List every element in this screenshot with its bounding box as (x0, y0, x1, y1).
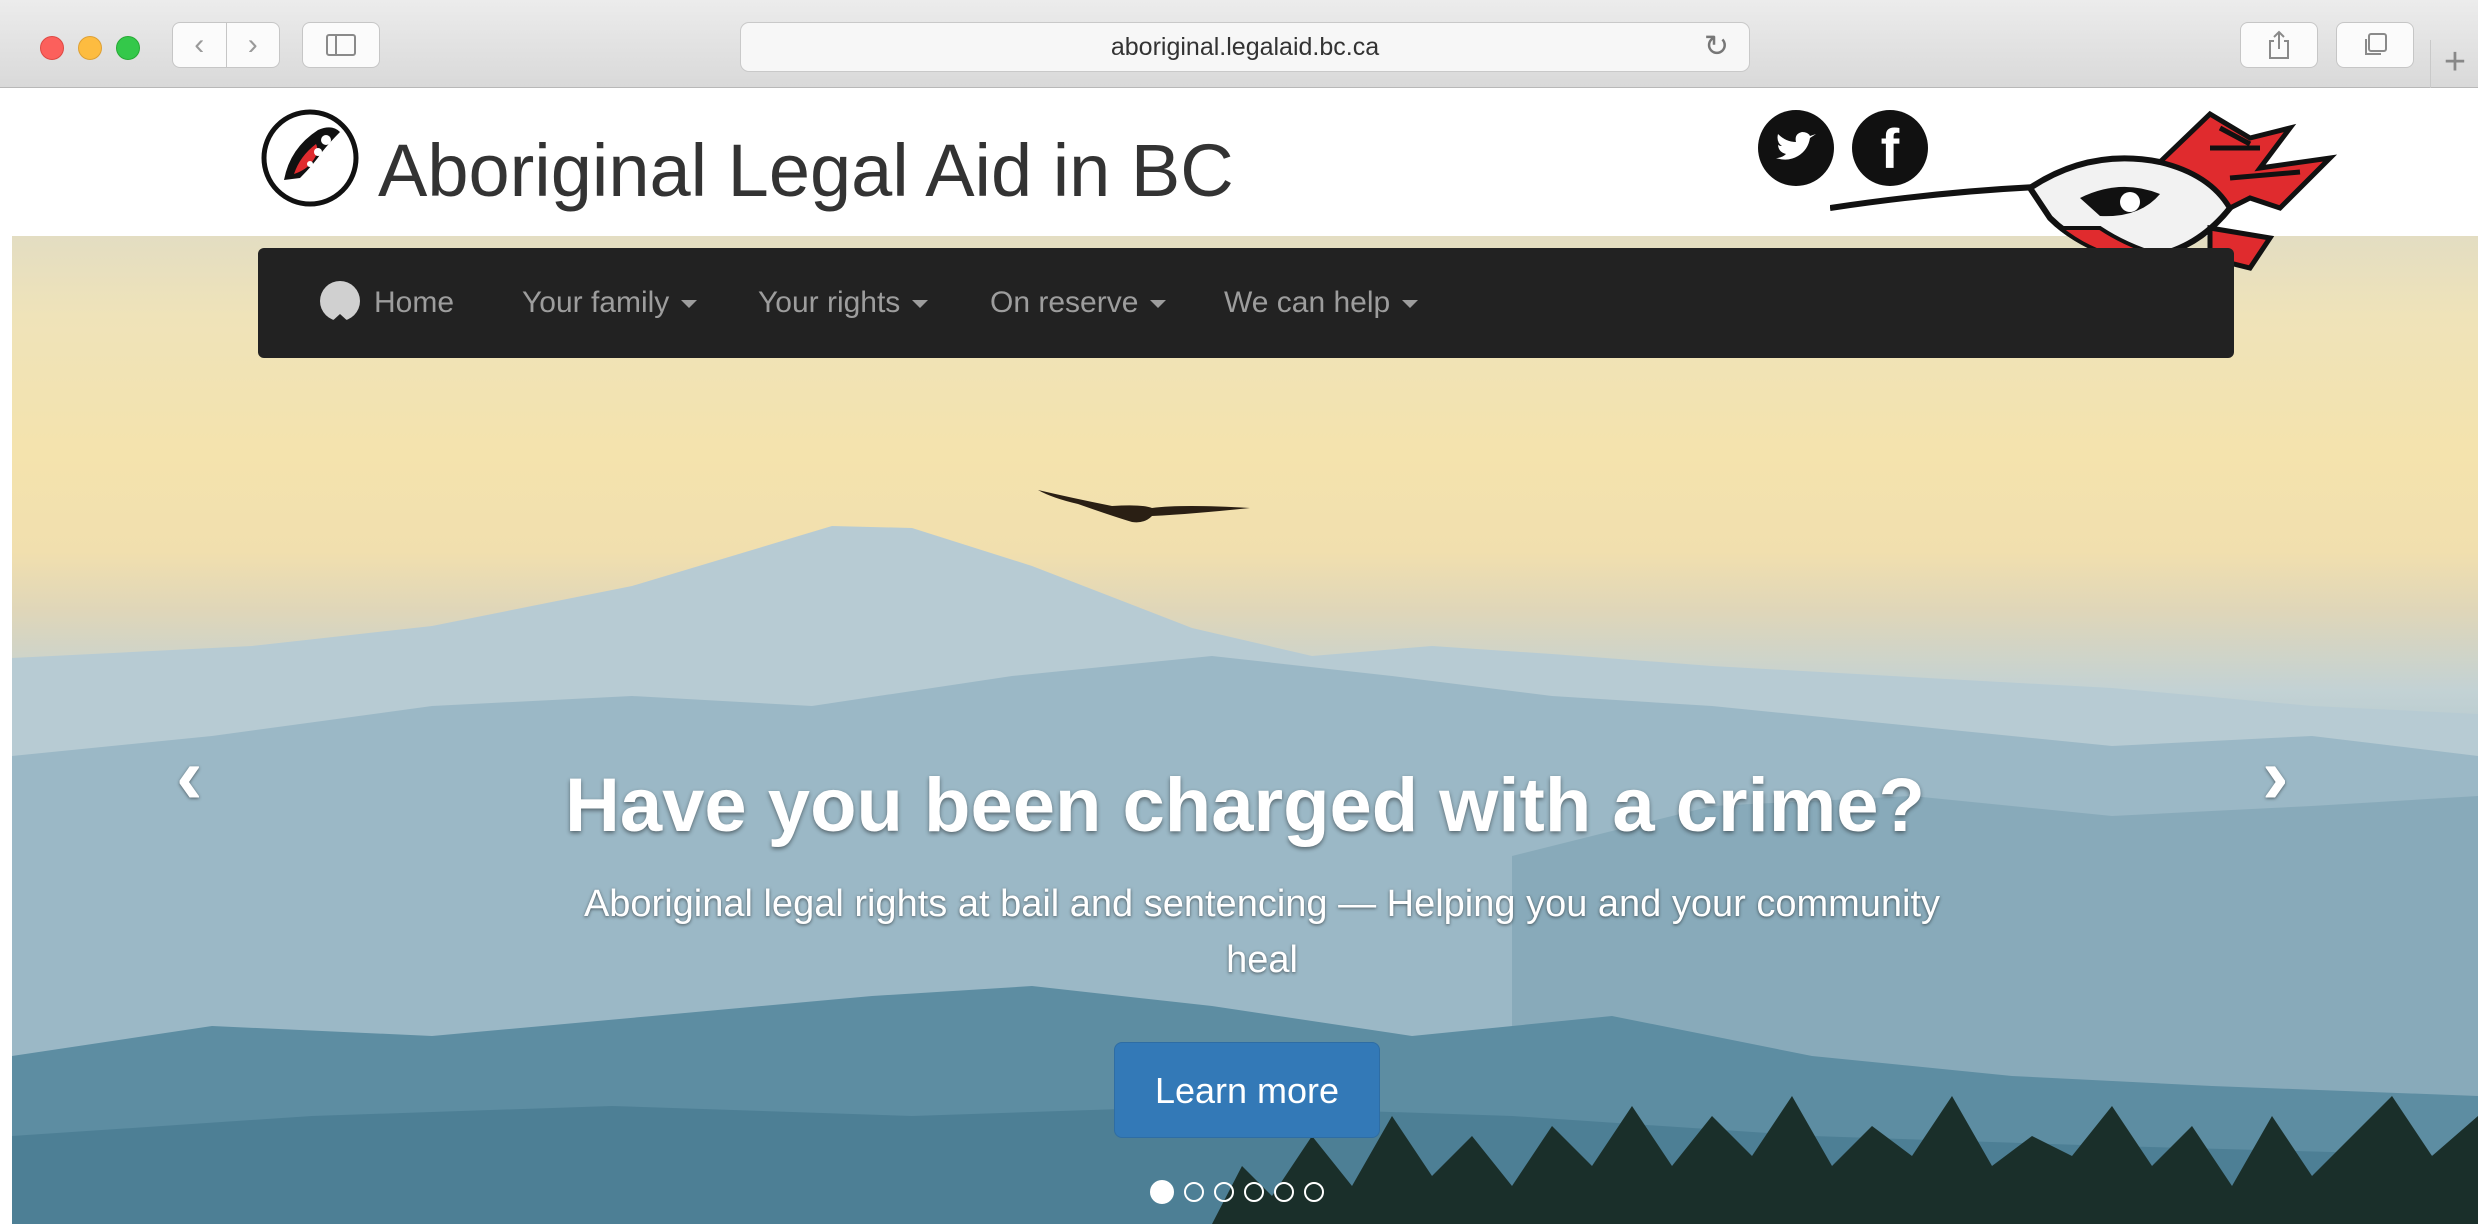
carousel-indicator-dot[interactable] (1274, 1182, 1294, 1202)
caret-down-icon (912, 300, 929, 309)
zoom-window-button[interactable] (116, 36, 140, 60)
back-forward-group: ‹ › (172, 22, 280, 68)
site-title[interactable]: Aboriginal Legal Aid in BC (378, 128, 1234, 214)
close-window-button[interactable] (40, 36, 64, 60)
carousel-indicator-dot[interactable] (1214, 1182, 1234, 1202)
twitter-icon[interactable] (1758, 110, 1834, 186)
new-tab-button[interactable]: + (2430, 40, 2478, 88)
caret-down-icon (1150, 300, 1167, 309)
forward-button[interactable]: › (227, 23, 280, 67)
nav-on-reserve[interactable]: On reserve (990, 248, 1167, 358)
browser-toolbar: ‹ › aboriginal.legalaid.bc.ca ↻ + (0, 0, 2478, 88)
caret-down-icon (681, 300, 698, 309)
web-page: ‹ › Have you been charged with a crime? … (0, 88, 2478, 1224)
carousel-indicator-dot[interactable] (1244, 1182, 1264, 1202)
main-navbar: Home Your family Your rights On reserve … (258, 248, 2234, 358)
nav-home-label: Home (374, 286, 455, 319)
nav-your-family[interactable]: Your family (522, 248, 698, 358)
site-header: Aboriginal Legal Aid in BC f (0, 88, 2478, 288)
back-button[interactable]: ‹ (173, 23, 227, 67)
show-tabs-button[interactable] (2336, 22, 2414, 68)
caret-down-icon (1402, 300, 1419, 309)
nav-we-can-help[interactable]: We can help (1224, 248, 1419, 358)
hero-carousel: ‹ › Have you been charged with a crime? … (12, 236, 2478, 1224)
minimize-window-button[interactable] (78, 36, 102, 60)
address-bar[interactable]: aboriginal.legalaid.bc.ca ↻ (740, 22, 1750, 72)
carousel-indicator-dot[interactable] (1304, 1182, 1324, 1202)
sidebar-toggle-button[interactable] (302, 22, 380, 68)
share-button[interactable] (2240, 22, 2318, 68)
nav-your-rights[interactable]: Your rights (758, 248, 929, 358)
learn-more-button[interactable]: Learn more (1114, 1042, 1380, 1138)
nav-your-family-label: Your family (522, 286, 670, 319)
share-icon (2269, 30, 2289, 59)
carousel-indicator-dot[interactable] (1184, 1182, 1204, 1202)
nav-we-can-help-label: We can help (1224, 286, 1391, 319)
hero-subtitle: Aboriginal legal rights at bail and sent… (583, 883, 1941, 981)
tabs-icon (2365, 33, 2387, 55)
carousel-indicator-dot[interactable] (1150, 1180, 1174, 1204)
sidebar-icon (326, 34, 356, 56)
url-text: aboriginal.legalaid.bc.ca (1110, 33, 1380, 61)
nav-your-rights-label: Your rights (758, 286, 901, 319)
carousel-indicators (1150, 1180, 1324, 1204)
nav-on-reserve-label: On reserve (990, 286, 1139, 319)
reload-icon[interactable]: ↻ (1704, 31, 1729, 63)
nav-home[interactable]: Home (320, 248, 454, 358)
logo-icon[interactable] (260, 108, 360, 208)
home-icon (320, 281, 360, 335)
hero-title: Have you been charged with a crime? (565, 763, 1925, 848)
